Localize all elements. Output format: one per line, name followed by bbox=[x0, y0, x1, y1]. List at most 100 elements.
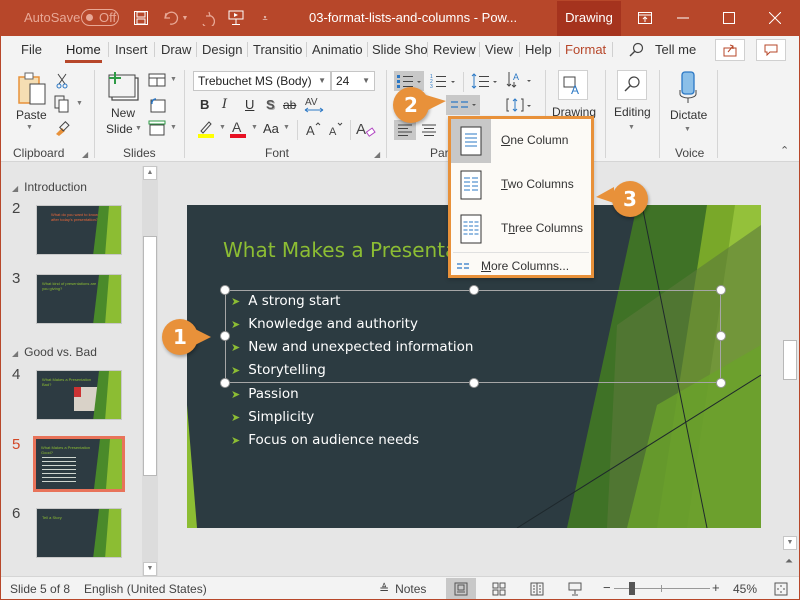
customize-toolbar-icon[interactable]: ⩡ bbox=[255, 8, 275, 28]
scroll-down-icon[interactable]: ▼ bbox=[143, 562, 157, 576]
editing-button[interactable]: Editing bbox=[614, 105, 651, 119]
copy-dropdown-icon[interactable]: ▼ bbox=[76, 100, 83, 107]
font-launcher-icon[interactable]: ◢ bbox=[374, 150, 380, 159]
fit-to-window-button[interactable] bbox=[766, 578, 796, 599]
normal-view-button[interactable] bbox=[446, 578, 476, 599]
new-slide-dropdown-icon[interactable]: ▼ bbox=[135, 125, 142, 132]
collapse-triangle-icon[interactable]: ◢ bbox=[12, 349, 18, 358]
tab-help[interactable]: Help bbox=[519, 42, 555, 57]
align-text-button[interactable] bbox=[504, 95, 534, 115]
share-button[interactable] bbox=[715, 39, 745, 61]
thumbnail-scrollbar[interactable]: ▲ ▼ bbox=[142, 166, 158, 576]
zoom-slider-thumb[interactable] bbox=[629, 582, 635, 595]
slide-thumbnail-2[interactable]: What do you want to know after today's p… bbox=[36, 205, 122, 255]
resize-handle[interactable] bbox=[716, 331, 726, 341]
section-header-good-vs-bad[interactable]: ◢ Good vs. Bad bbox=[12, 345, 97, 359]
editor-scroll-thumb[interactable] bbox=[783, 340, 797, 380]
dictate-dropdown-icon[interactable]: ▼ bbox=[684, 126, 691, 133]
resize-handle[interactable] bbox=[220, 285, 230, 295]
copy-icon[interactable] bbox=[53, 95, 71, 113]
slide-thumbnail-6[interactable]: Tell a Story bbox=[36, 508, 122, 558]
tab-home[interactable]: Home bbox=[63, 42, 104, 63]
new-slide-button[interactable]: Slide bbox=[106, 122, 133, 136]
maximize-icon[interactable] bbox=[706, 0, 752, 36]
align-left-button[interactable] bbox=[394, 120, 416, 140]
slide-thumbnail-5-selected[interactable]: What Makes a Presentation Good? bbox=[33, 436, 125, 492]
slide-show-button[interactable] bbox=[560, 578, 590, 599]
language-indicator[interactable]: English (United States) bbox=[84, 582, 207, 596]
resize-handle[interactable] bbox=[220, 331, 230, 341]
underline-button[interactable]: U bbox=[245, 97, 254, 112]
redo-icon[interactable] bbox=[196, 8, 216, 28]
font-name-combo[interactable]: Trebuchet MS (Body) ▼ bbox=[193, 71, 331, 91]
bullet-item[interactable]: ➤ Passion bbox=[231, 386, 299, 402]
layout-icon[interactable] bbox=[147, 72, 167, 88]
paste-icon[interactable] bbox=[15, 72, 49, 108]
clipboard-launcher-icon[interactable]: ◢ bbox=[82, 150, 88, 159]
numbering-button[interactable]: 123 bbox=[428, 71, 458, 91]
change-case-dropdown-icon[interactable]: ▼ bbox=[283, 124, 290, 131]
editing-dropdown-icon[interactable]: ▼ bbox=[628, 124, 635, 131]
drawing-icon[interactable]: A bbox=[558, 70, 588, 100]
present-icon[interactable] bbox=[226, 8, 246, 28]
section-icon[interactable] bbox=[147, 119, 167, 137]
highlight-dropdown-icon[interactable]: ▼ bbox=[219, 124, 226, 131]
minimize-icon[interactable] bbox=[660, 0, 706, 36]
change-case-button[interactable]: Aa bbox=[263, 121, 279, 136]
tab-design[interactable]: Design bbox=[196, 42, 245, 57]
tab-draw[interactable]: Draw bbox=[154, 42, 194, 57]
paste-dropdown-icon[interactable]: ▼ bbox=[26, 124, 33, 131]
notes-button[interactable]: ≜ Notes bbox=[379, 582, 426, 596]
menu-item-one-column[interactable]: One Column bbox=[451, 119, 591, 163]
clear-formatting-icon[interactable]: A bbox=[355, 119, 377, 139]
zoom-level[interactable]: 45% bbox=[733, 582, 757, 596]
slide-sorter-button[interactable] bbox=[484, 578, 514, 599]
reading-view-button[interactable] bbox=[522, 578, 552, 599]
dictate-button[interactable]: Dictate bbox=[670, 108, 707, 122]
tab-view[interactable]: View bbox=[479, 42, 516, 57]
scroll-up-icon[interactable]: ▲ bbox=[143, 166, 157, 180]
resize-handle[interactable] bbox=[220, 378, 230, 388]
tab-format[interactable]: Format bbox=[559, 42, 614, 57]
align-center-button[interactable] bbox=[418, 120, 440, 140]
shadow-button[interactable]: S bbox=[266, 97, 275, 112]
font-color-dropdown-icon[interactable]: ▼ bbox=[251, 124, 258, 131]
strikethrough-button[interactable]: ab bbox=[283, 98, 296, 112]
text-direction-button[interactable]: A bbox=[504, 69, 534, 91]
section-header-introduction[interactable]: ◢ Introduction bbox=[12, 180, 87, 194]
resize-handle[interactable] bbox=[469, 378, 479, 388]
close-icon[interactable] bbox=[752, 0, 798, 36]
paste-button[interactable]: Paste bbox=[16, 108, 47, 122]
resize-handle[interactable] bbox=[716, 285, 726, 295]
collapse-triangle-icon[interactable]: ◢ bbox=[12, 184, 18, 193]
new-slide-label[interactable]: New bbox=[111, 106, 135, 120]
section-dropdown-icon[interactable]: ▼ bbox=[170, 124, 177, 131]
undo-dropdown-icon[interactable]: ▼ bbox=[181, 8, 189, 28]
increase-font-size-icon[interactable]: A bbox=[304, 120, 322, 138]
text-box-selection[interactable] bbox=[225, 290, 721, 383]
highlight-icon[interactable] bbox=[196, 119, 216, 139]
zoom-out-button[interactable]: − bbox=[603, 580, 611, 595]
tab-insert[interactable]: Insert bbox=[108, 42, 151, 57]
tell-me-input[interactable]: Tell me bbox=[652, 42, 699, 57]
comments-button[interactable] bbox=[756, 39, 786, 61]
bold-button[interactable]: B bbox=[200, 97, 209, 112]
decrease-font-size-icon[interactable]: A bbox=[327, 120, 345, 138]
tab-slide-show[interactable]: Slide Sho bbox=[367, 42, 427, 57]
microphone-icon[interactable] bbox=[676, 70, 700, 104]
scroll-thumb[interactable] bbox=[143, 236, 157, 476]
resize-handle[interactable] bbox=[469, 285, 479, 295]
tab-animations[interactable]: Animatio bbox=[306, 42, 368, 57]
line-spacing-button[interactable] bbox=[470, 71, 500, 91]
bullet-item[interactable]: ➤ Simplicity bbox=[231, 409, 314, 425]
autosave-toggle[interactable]: Off bbox=[81, 9, 119, 26]
resize-handle[interactable] bbox=[716, 378, 726, 388]
zoom-in-button[interactable]: + bbox=[712, 580, 720, 595]
reset-slide-icon[interactable] bbox=[147, 96, 167, 114]
layout-dropdown-icon[interactable]: ▼ bbox=[170, 76, 177, 83]
collapse-ribbon-icon[interactable]: ⌃ bbox=[780, 144, 789, 157]
bullet-item[interactable]: ➤ Focus on audience needs bbox=[231, 432, 419, 448]
new-slide-icon[interactable] bbox=[106, 72, 140, 102]
save-icon[interactable] bbox=[131, 8, 151, 28]
columns-button[interactable] bbox=[446, 95, 480, 115]
